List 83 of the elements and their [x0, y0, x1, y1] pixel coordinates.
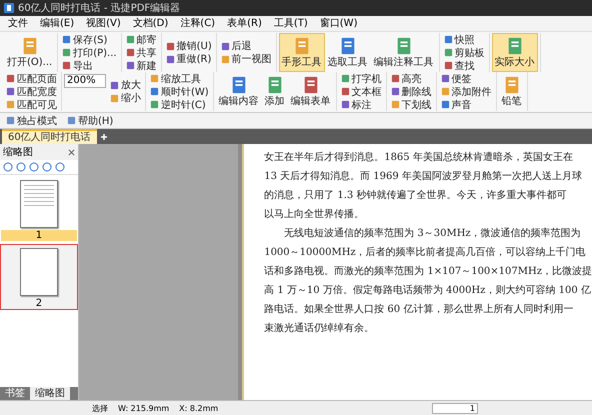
ribbon-button[interactable]: 前一视图: [218, 52, 274, 66]
ribbon-button[interactable]: 查找: [442, 59, 487, 72]
menu-item[interactable]: 注释(C): [180, 17, 216, 30]
ribbon-button[interactable]: 导出: [60, 59, 119, 72]
text-line: 话和多路电视。而激光的频率范围为 1×107～100×107MHz，比微波提: [264, 264, 592, 279]
ribbon-button[interactable]: 保存(S): [60, 33, 119, 46]
page-field[interactable]: 1: [432, 402, 478, 414]
text-line: 1000～10000MHz，后者的频率比前者提高几百倍，可以容纳上千门电: [264, 246, 587, 260]
circle-icon[interactable]: [42, 162, 52, 172]
menu-item[interactable]: 文件: [8, 17, 28, 30]
tool-label: 选择: [92, 402, 108, 414]
ribbon-tool-button[interactable]: 编辑注释工具: [370, 33, 437, 72]
ribbon-button[interactable]: 删除线: [388, 85, 434, 98]
menu-item[interactable]: 工具(T): [274, 17, 308, 30]
document-tab[interactable]: 60亿人同时打电话: [2, 129, 97, 144]
quick-button[interactable]: 独占模式: [4, 114, 59, 127]
quick-button[interactable]: 帮助(H): [65, 114, 116, 127]
window-title: 60亿人同时打电话 - 迅捷PDF编辑器: [18, 2, 180, 15]
panel-title: 缩略图: [3, 146, 33, 159]
menu-item[interactable]: 视图(V): [86, 17, 121, 30]
ribbon-tool-button[interactable]: 添加: [262, 72, 288, 111]
ribbon-button[interactable]: 下划线: [388, 98, 434, 111]
ribbon-tool-button[interactable]: 铅笔: [498, 72, 525, 111]
menu-item[interactable]: 文档(D): [132, 17, 168, 30]
page-preview: [20, 180, 58, 228]
menu-item[interactable]: 编辑(E): [40, 17, 74, 30]
page-preview: [20, 248, 58, 296]
ribbon-tool-button[interactable]: 编辑表单: [288, 72, 334, 111]
ribbon-button[interactable]: 后退: [218, 40, 274, 52]
zoom-field[interactable]: 200%: [64, 74, 106, 88]
ribbon-button[interactable]: 快照: [442, 33, 487, 46]
ribbon-button[interactable]: 匹配可见: [4, 98, 59, 111]
circle-icon[interactable]: [29, 162, 39, 172]
ribbon-button[interactable]: 高亮: [388, 72, 434, 85]
ribbon-button[interactable]: 撤销(U): [164, 40, 214, 52]
panel-tab[interactable]: 书签: [0, 387, 30, 400]
ribbon-button[interactable]: 共享: [124, 46, 159, 59]
text-line: 的消息，只用了 1.3 秒钟就传遍了全世界。今天，许多重大事件都可: [264, 188, 568, 203]
ribbon-tool-button[interactable]: 选取工具: [324, 33, 371, 72]
page-number: 2: [34, 298, 44, 309]
width-reading: W: 215.9mm: [118, 404, 170, 412]
circle-icon[interactable]: [55, 162, 65, 172]
ribbon-tool-button[interactable]: 手形工具: [278, 33, 325, 72]
close-icon[interactable]: [68, 148, 75, 156]
ribbon-tool-button[interactable]: 编辑内容: [216, 72, 262, 111]
ribbon-tool-button[interactable]: 打开(O)...: [4, 33, 56, 72]
text-line: 高 1 万～10 万倍。假定每路电话频带为 4000Hz，则大约可容纳 100 亿: [264, 284, 592, 298]
ribbon-tool-button[interactable]: 实际大小: [492, 33, 538, 72]
ribbon-button[interactable]: 匹配页面: [4, 72, 59, 85]
ribbon-button[interactable]: 放大: [108, 78, 143, 92]
page-thumbnail[interactable]: 1: [0, 176, 78, 242]
ribbon-button[interactable]: 缩放工具: [148, 72, 211, 85]
text-line: 束激光通话仍绰绰有余。: [264, 322, 376, 336]
text-line: 13 天后才得知消息。而 1969 年美国阿波罗登月舱第一次把人送上月球: [264, 170, 583, 184]
x-reading: X: 8.2mm: [179, 404, 218, 412]
ribbon-button[interactable]: 逆时针(C): [148, 98, 211, 111]
ribbon-button[interactable]: 新建: [124, 59, 159, 72]
ribbon-button[interactable]: 便签: [438, 72, 494, 85]
ribbon-button[interactable]: 声音: [438, 98, 494, 111]
ribbon-button[interactable]: 文本框: [338, 85, 384, 98]
circle-icon[interactable]: [16, 162, 26, 172]
page-number: 1: [1, 230, 77, 241]
ribbon-button[interactable]: 缩小: [108, 92, 143, 104]
menu-item[interactable]: 窗口(W): [320, 17, 358, 30]
panel-tab[interactable]: 缩略图: [30, 387, 70, 400]
circle-icon[interactable]: [3, 162, 13, 172]
menu-item[interactable]: 表单(R): [227, 17, 262, 30]
ribbon-button[interactable]: 打印(P)...: [60, 46, 119, 59]
text-line: 无线电短波通信的频率范围为 3～30MHz，微波通信的频率范围为: [283, 226, 582, 241]
text-line: 以马上向全世界传播。: [264, 208, 366, 222]
ribbon-button[interactable]: 重做(R): [164, 52, 214, 66]
ribbon-button[interactable]: 标注: [338, 98, 384, 111]
text-line: 女王在半年后才得到消息。1865 年美国总统林肯遭暗杀，英国女王在: [264, 150, 574, 165]
ribbon-button[interactable]: 顺时针(W): [148, 85, 211, 98]
text-line: 路电话。如果全世界人口按 60 亿计算，那么世界上所有人同时利用一: [264, 302, 574, 317]
ribbon-button[interactable]: 添加附件: [438, 85, 494, 98]
page-thumbnail[interactable]: 2: [0, 244, 78, 310]
ribbon-button[interactable]: 打字机: [338, 72, 384, 85]
ribbon-button[interactable]: 邮寄: [124, 33, 159, 46]
ribbon-button[interactable]: 匹配宽度: [4, 85, 59, 98]
ribbon-button[interactable]: 剪贴板: [442, 46, 487, 59]
plus-icon[interactable]: [100, 133, 108, 141]
app-logo-icon: [4, 3, 14, 13]
